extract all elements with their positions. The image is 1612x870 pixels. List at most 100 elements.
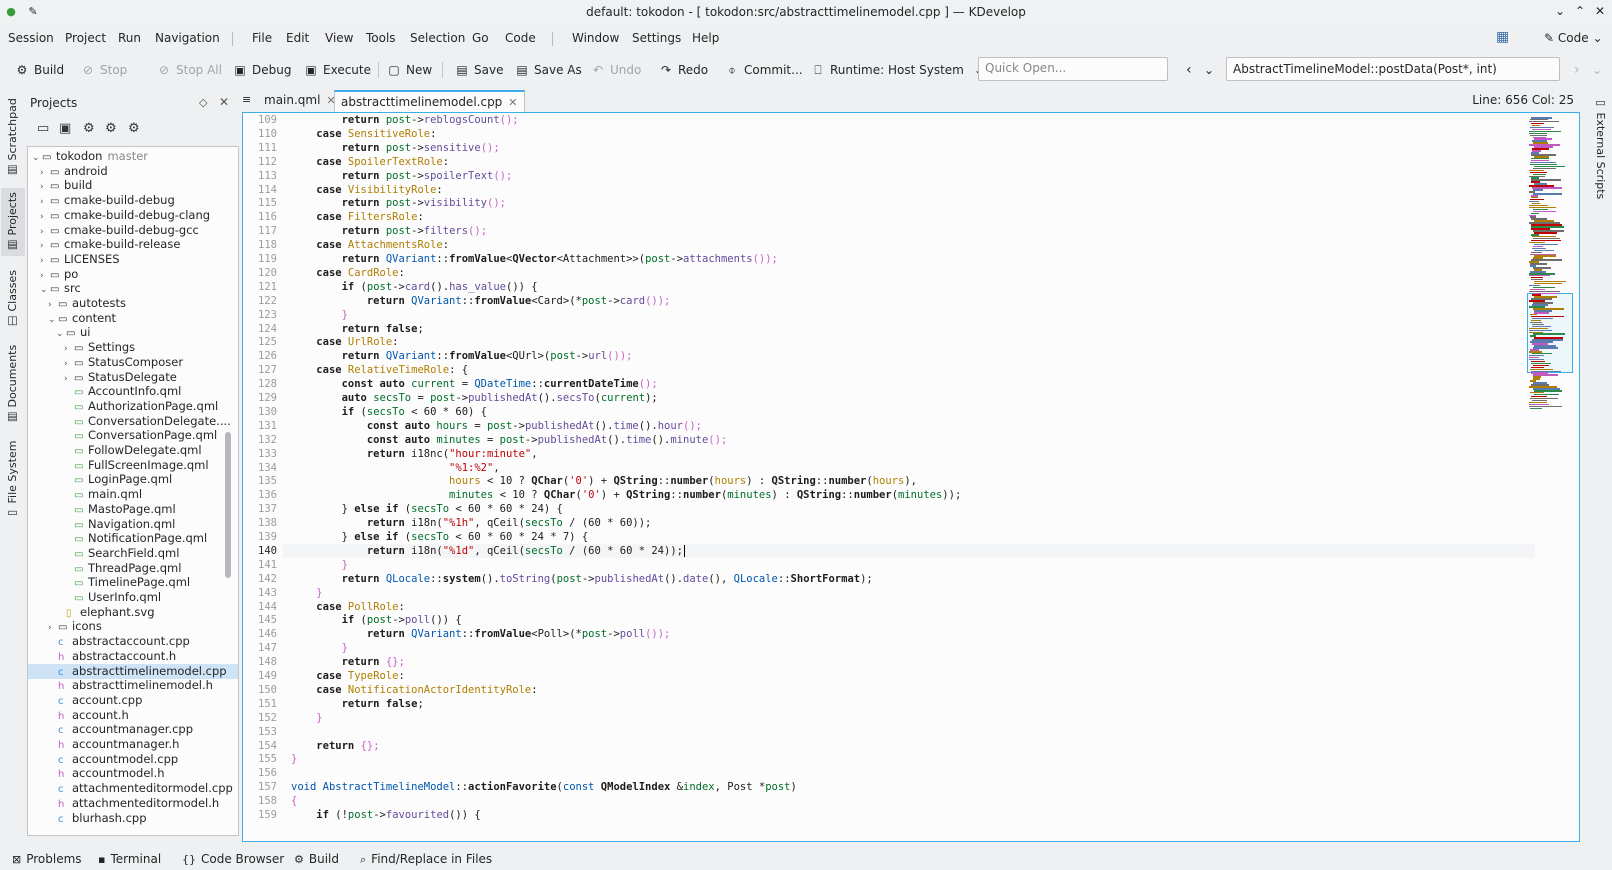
float-icon[interactable]: ◇ [199,96,207,109]
code-line[interactable]: return QVariant::fromValue<QVector<Attac… [291,252,778,266]
debug-button[interactable]: ▣ Debug [232,60,291,80]
code-line[interactable]: if (post->card().has_value()) { [291,280,538,294]
code-line[interactable]: case TypeRole: [291,669,405,683]
tree-item[interactable]: › ▭ build [28,178,238,193]
code-line[interactable]: const auto hours = post->publishedAt().t… [291,419,702,433]
menu-settings[interactable]: Settings [632,31,681,45]
chevron-down-icon[interactable]: ⌄ [56,327,66,342]
tab-scratchpad[interactable]: ▤ Scratchpad [1,98,25,178]
menu-window[interactable]: Window [572,31,619,45]
tree-item[interactable]: › ▭ android [28,164,238,179]
code-line[interactable]: return {}; [291,655,405,669]
minimize-icon[interactable]: ⌄ [1552,4,1568,18]
close-tab-icon[interactable]: ✕ [508,96,517,109]
tree-item[interactable]: ▭ UserInfo.qml [28,590,238,605]
code-line[interactable]: return false; [291,322,424,336]
chevron-right-icon[interactable]: › [40,195,50,210]
undo-button[interactable]: ↶ Undo [590,60,641,80]
tree-item[interactable]: ▭ Navigation.qml [28,517,238,532]
code-line[interactable]: } [291,586,322,600]
tree-item[interactable]: ▭ ThreadPage.qml [28,561,238,576]
minimap[interactable] [1527,117,1573,837]
code-line[interactable]: case NotificationActorIdentityRole: [291,683,537,697]
tree-item[interactable]: › ▭ StatusDelegate [28,370,238,385]
tab-problems[interactable]: ⊠ Problems [12,852,82,866]
tree-item[interactable]: › ▭ cmake-build-debug-clang [28,208,238,223]
tree-item[interactable]: h abstractaccount.h [28,649,238,664]
tree-item[interactable]: ▭ MastoPage.qml [28,502,238,517]
chevron-right-icon[interactable]: › [40,254,50,269]
tree-scrollbar[interactable] [225,147,231,835]
code-line[interactable]: } [291,752,297,766]
tree-item[interactable]: › ▭ cmake-build-release [28,237,238,252]
tab-terminal[interactable]: ▪ Terminal [98,852,161,866]
tree-item[interactable]: ⌄ ▭ tokodon master [28,149,238,164]
code-line[interactable]: minutes < 10 ? QChar('0') + QString::num… [291,488,961,502]
chevron-right-icon[interactable]: › [64,342,74,357]
stop-all-button[interactable]: ⊘ Stop All [156,60,222,80]
tab-code-browser[interactable]: {} Code Browser [182,852,284,866]
tab-main-qml[interactable]: main.qml ✕ [258,90,342,112]
code-line[interactable]: "%1:%2", [291,461,500,475]
tree-item[interactable]: › ▭ cmake-build-debug-gcc [28,223,238,238]
tree-item[interactable]: ▭ FollowDelegate.qml [28,443,238,458]
tree-item[interactable]: ▭ FullScreenImage.qml [28,458,238,473]
code-line[interactable]: return QVariant::fromValue<Poll>(*post->… [291,627,671,641]
code-line[interactable]: case RelativeTimeRole: { [291,363,468,377]
code-line[interactable]: case PollRole: [291,600,405,614]
close-icon[interactable]: ✕ [1592,4,1608,18]
quick-open-input[interactable]: Quick Open... [978,57,1168,81]
new-button[interactable]: ▢ New [386,60,432,80]
code-line[interactable]: return QLocale::system().toString(post->… [291,572,873,586]
tree-item[interactable]: ▭ LoginPage.qml [28,472,238,487]
menu-selection[interactable]: Selection [410,31,465,45]
tree-item[interactable]: c accountmanager.cpp [28,722,238,737]
menu-view[interactable]: View [325,31,353,45]
menu-project[interactable]: Project [65,31,106,45]
code-area-button[interactable]: ✎ Code ⌄ [1544,31,1603,45]
tree-item[interactable]: ⌄ ▭ src [28,281,238,296]
tree-item[interactable]: ▭ AccountInfo.qml [28,384,238,399]
chevron-right-icon[interactable]: › [48,298,58,313]
tree-item[interactable]: › ▭ icons [28,619,238,634]
code-line[interactable]: if (!post->favourited()) { [291,808,480,822]
chevron-right-icon[interactable]: › [40,269,50,284]
tree-item[interactable]: h accountmodel.h [28,766,238,781]
tab-classes[interactable]: ◫ Classes [1,268,25,330]
code-line[interactable]: } [291,711,322,725]
code-line[interactable]: } else if (secsTo < 60 * 60 * 24 * 7) { [291,530,589,544]
tree-item[interactable]: ▭ SearchField.qml [28,546,238,561]
code-line[interactable]: case SensitiveRole: [291,127,436,141]
tree-item[interactable]: › ▭ LICENSES [28,252,238,267]
execute-button[interactable]: ▣ Execute [303,60,371,80]
tree-item[interactable]: ⌄ ▭ ui [28,325,238,340]
tree-item[interactable]: ▯ elephant.svg [28,605,238,620]
chevron-right-icon[interactable]: › [40,166,50,181]
code-line[interactable]: case AttachmentsRole: [291,238,449,252]
code-line[interactable]: return post->filters(); [291,224,487,238]
code-line[interactable]: return QVariant::fromValue<Card>(*post->… [291,294,671,308]
code-line[interactable]: } [291,558,348,572]
chevron-down-icon[interactable]: ⌄ [1204,60,1214,80]
tree-item[interactable]: ⌄ ▭ content [28,311,238,326]
code-line[interactable]: const auto minutes = post->publishedAt()… [291,433,727,447]
code-line[interactable]: } [291,641,348,655]
forward-icon[interactable]: › [1574,60,1580,80]
code-line[interactable]: case CardRole: [291,266,405,280]
code-line[interactable]: void AbstractTimelineModel::actionFavori… [291,780,797,794]
tree-item[interactable]: c abstracttimelinemodel.cpp [28,663,238,679]
code-line[interactable]: return {}; [291,739,379,753]
menu-help[interactable]: Help [692,31,719,45]
menu-session[interactable]: Session [8,31,54,45]
code-line[interactable]: } [291,308,348,322]
code-line[interactable]: case UrlRole: [291,335,398,349]
tab-find-replace[interactable]: ⌕ Find/Replace in Files [360,852,492,867]
menu-edit[interactable]: Edit [286,31,309,45]
configure-icon[interactable]: ⚙ [83,121,95,136]
tab-documents[interactable]: ▤ Documents [1,344,25,424]
tree-item[interactable]: c accountmodel.cpp [28,752,238,767]
chevron-right-icon[interactable]: › [40,210,50,225]
code-line[interactable]: case SpoilerTextRole: [291,155,449,169]
back-icon[interactable]: ‹ [1186,60,1192,80]
commit-button[interactable]: ⌽ Commit... [724,60,802,80]
